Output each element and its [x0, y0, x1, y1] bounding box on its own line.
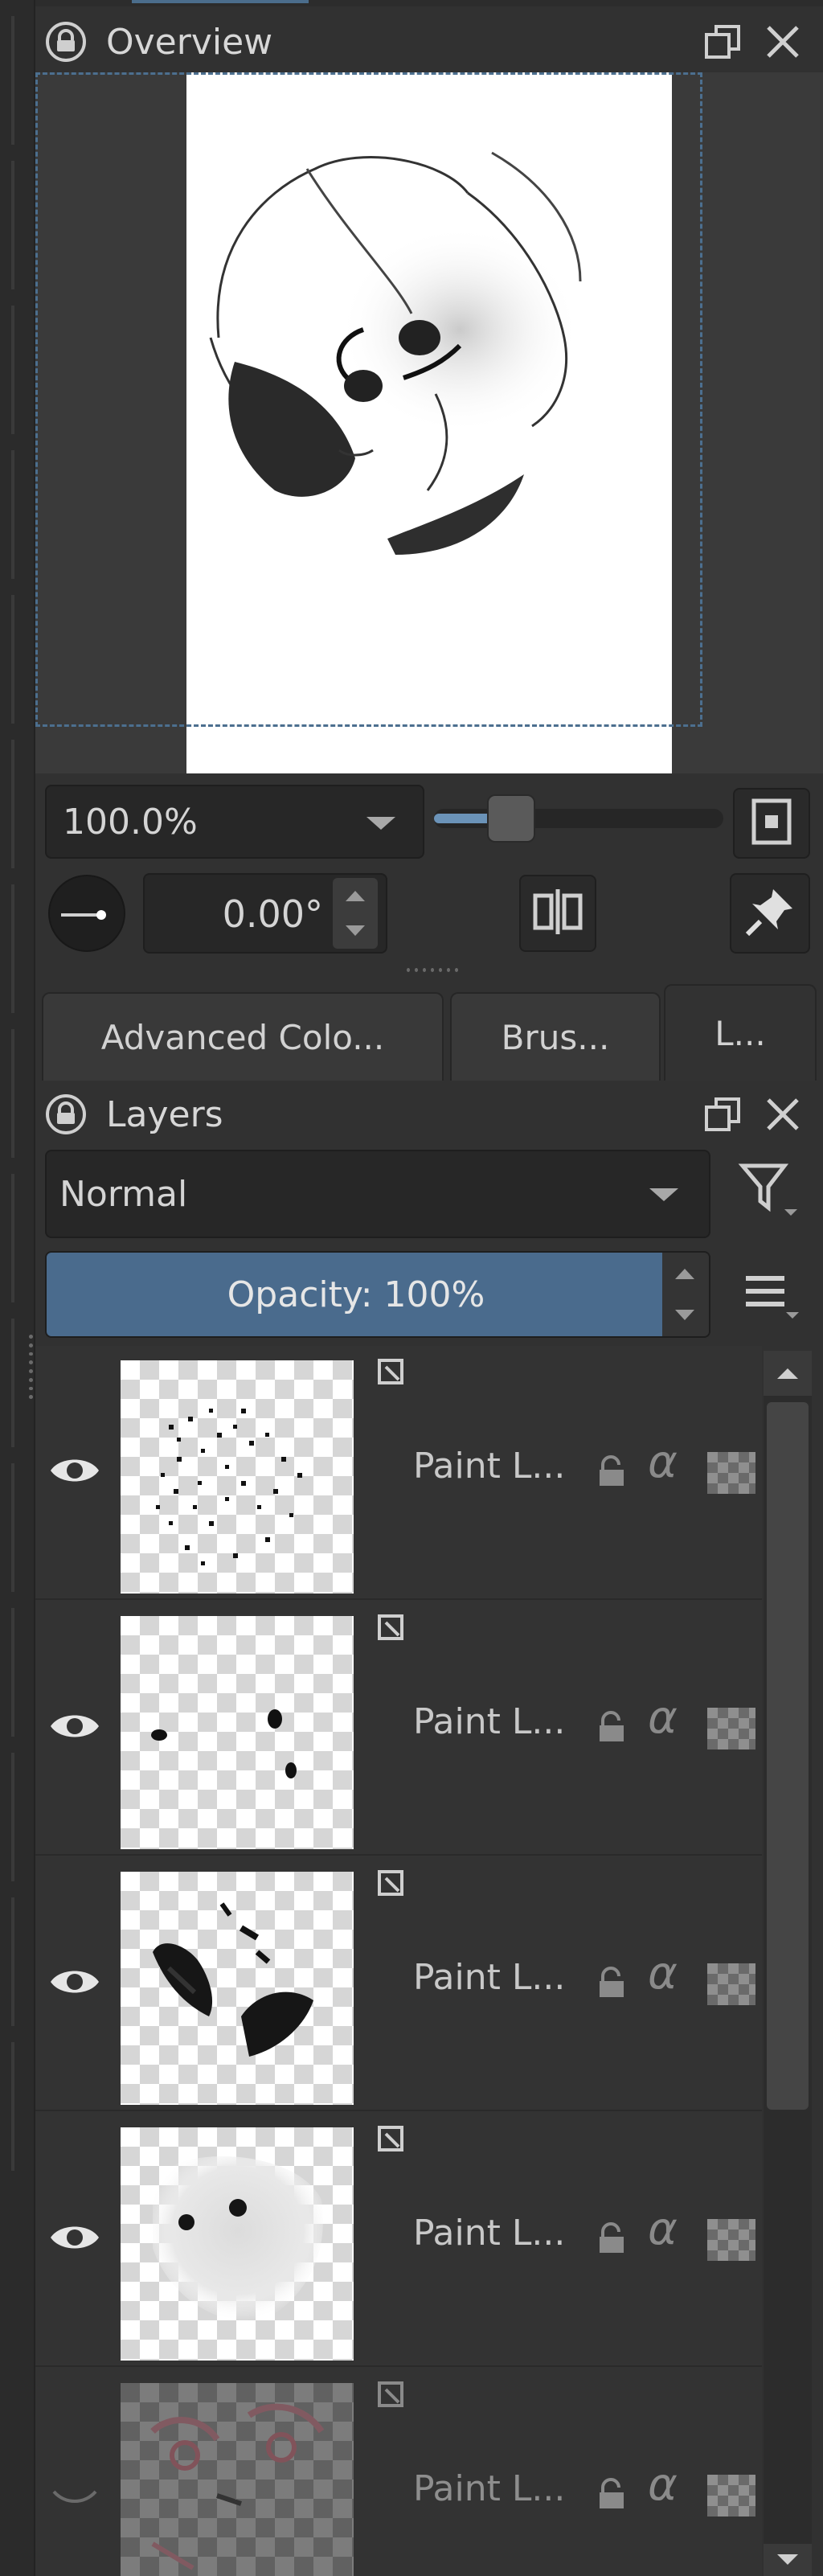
opacity-slider[interactable]: Opacity: 100%: [45, 1251, 710, 1338]
lock-icon[interactable]: [42, 1090, 90, 1138]
fit-to-view-button[interactable]: [733, 788, 810, 859]
alpha-lock-icon[interactable]: α: [648, 2203, 678, 2255]
blend-mode-value: Normal: [59, 1173, 188, 1215]
rotation-dial[interactable]: [48, 875, 125, 952]
layer-name[interactable]: Paint L...: [413, 1446, 565, 1487]
layers-dock-header: Layers: [35, 1076, 823, 1153]
dock-tab-bar: Advanced Colo... Brus... L...: [35, 984, 823, 1081]
lock-icon[interactable]: [590, 1704, 635, 1749]
layer-type-icon: [373, 1610, 408, 1645]
lock-icon[interactable]: [590, 1449, 635, 1494]
tab-advanced-color[interactable]: Advanced Colo...: [42, 992, 444, 1081]
scrollbar-thumb[interactable]: [767, 1402, 809, 2110]
zoom-slider[interactable]: [434, 794, 723, 843]
lock-icon[interactable]: [590, 1960, 635, 2005]
layer-filter-button[interactable]: [730, 1151, 810, 1232]
layer-thumbnail[interactable]: [121, 2383, 354, 2576]
layer-row[interactable]: Paint L... α: [35, 2369, 762, 2576]
close-icon[interactable]: [759, 1090, 807, 1138]
spin-up-icon[interactable]: [333, 878, 378, 913]
layer-thumbnail[interactable]: [121, 2127, 354, 2361]
inherit-alpha-icon[interactable]: [707, 1452, 755, 1494]
eye-icon[interactable]: [47, 2209, 103, 2266]
alpha-lock-icon[interactable]: α: [648, 1947, 678, 2000]
spin-down-icon[interactable]: [333, 913, 378, 949]
scroll-up-icon[interactable]: [764, 1351, 812, 1396]
layer-name[interactable]: Paint L...: [413, 1701, 565, 1742]
inherit-alpha-icon[interactable]: [707, 1708, 755, 1749]
layer-name[interactable]: Paint L...: [413, 1957, 565, 1998]
filter-icon: [738, 1158, 802, 1225]
tab-brushes[interactable]: Brus...: [450, 992, 661, 1081]
opacity-spinner: [662, 1253, 709, 1336]
rotation-dot: [96, 910, 106, 920]
layer-row[interactable]: Paint L... α: [35, 1346, 762, 1600]
dock-splitter[interactable]: [407, 968, 458, 976]
layer-thumbnail[interactable]: [121, 1360, 354, 1594]
scroll-down-icon[interactable]: [764, 2544, 812, 2576]
pin-icon: [744, 886, 796, 941]
inherit-alpha-icon[interactable]: [707, 1963, 755, 2005]
overview-paper: [186, 72, 672, 773]
layer-name[interactable]: Paint L...: [413, 2468, 565, 2509]
overview-title: Overview: [106, 21, 273, 63]
hamburger-menu-icon: [739, 1261, 804, 1328]
close-icon[interactable]: [759, 18, 807, 66]
layer-thumbnail[interactable]: [121, 1872, 354, 2105]
overview-sketch: [209, 151, 582, 555]
layer-type-icon: [373, 1354, 408, 1389]
inherit-alpha-icon[interactable]: [707, 2475, 755, 2517]
float-window-icon[interactable]: [699, 1090, 747, 1138]
canvas-edge-strip: [0, 0, 35, 2576]
layers-list[interactable]: Paint L... α Paint L... α Paint L... α P…: [35, 1346, 762, 2576]
layers-splitter[interactable]: [29, 1335, 34, 1399]
alpha-lock-icon[interactable]: α: [648, 2459, 678, 2511]
mirror-icon: [532, 888, 583, 939]
eye-closed-icon[interactable]: [47, 2465, 103, 2521]
rotation-angle-spinbox[interactable]: 0.00°: [143, 873, 387, 954]
layer-row[interactable]: Paint L... α: [35, 2113, 762, 2367]
alpha-lock-icon[interactable]: α: [648, 1692, 678, 1744]
chevron-down-icon: [366, 817, 395, 830]
edge-ticks: [11, 0, 14, 2576]
rotation-needle: [61, 913, 100, 917]
layer-row[interactable]: Paint L... α: [35, 1602, 762, 1856]
layer-thumbnail[interactable]: [121, 1616, 354, 1849]
float-window-icon[interactable]: [699, 18, 747, 66]
zoom-slider-handle[interactable]: [487, 794, 535, 843]
alpha-lock-icon[interactable]: α: [648, 1436, 678, 1488]
eye-icon[interactable]: [47, 1442, 103, 1499]
lock-icon[interactable]: [590, 2216, 635, 2261]
layer-name[interactable]: Paint L...: [413, 2213, 565, 2254]
overview-canvas[interactable]: [35, 72, 823, 773]
layers-scrollbar[interactable]: [764, 1351, 812, 2576]
spin-down-icon[interactable]: [669, 1298, 701, 1333]
lock-icon[interactable]: [42, 18, 90, 66]
blend-mode-combo[interactable]: Normal: [45, 1150, 710, 1238]
overview-dock-header: Overview: [35, 3, 823, 80]
fit-to-view-icon: [751, 798, 792, 849]
layer-type-icon: [373, 1865, 408, 1901]
lock-icon[interactable]: [590, 2471, 635, 2517]
mirror-view-button[interactable]: [519, 875, 596, 952]
opacity-label: Opacity: 100%: [227, 1274, 485, 1315]
layer-row[interactable]: Paint L... α: [35, 1857, 762, 2111]
rotation-value: 0.00°: [222, 892, 323, 936]
eye-icon[interactable]: [47, 1954, 103, 2010]
tab-layers[interactable]: L...: [664, 984, 817, 1081]
layers-title: Layers: [106, 1093, 223, 1135]
chevron-down-icon: [649, 1188, 678, 1201]
layer-type-icon: [373, 2121, 408, 2156]
spin-up-icon[interactable]: [669, 1256, 701, 1291]
layers-menu-button[interactable]: [731, 1254, 812, 1335]
krita-dock-panel: Overview 100.0% 0.00° Advanced Colo... B…: [0, 0, 823, 2576]
eye-icon[interactable]: [47, 1698, 103, 1754]
layer-type-icon: [373, 2377, 408, 2412]
zoom-combo[interactable]: 100.0%: [45, 785, 424, 859]
pin-button[interactable]: [730, 873, 810, 954]
zoom-value: 100.0%: [63, 801, 198, 843]
inherit-alpha-icon[interactable]: [707, 2219, 755, 2261]
